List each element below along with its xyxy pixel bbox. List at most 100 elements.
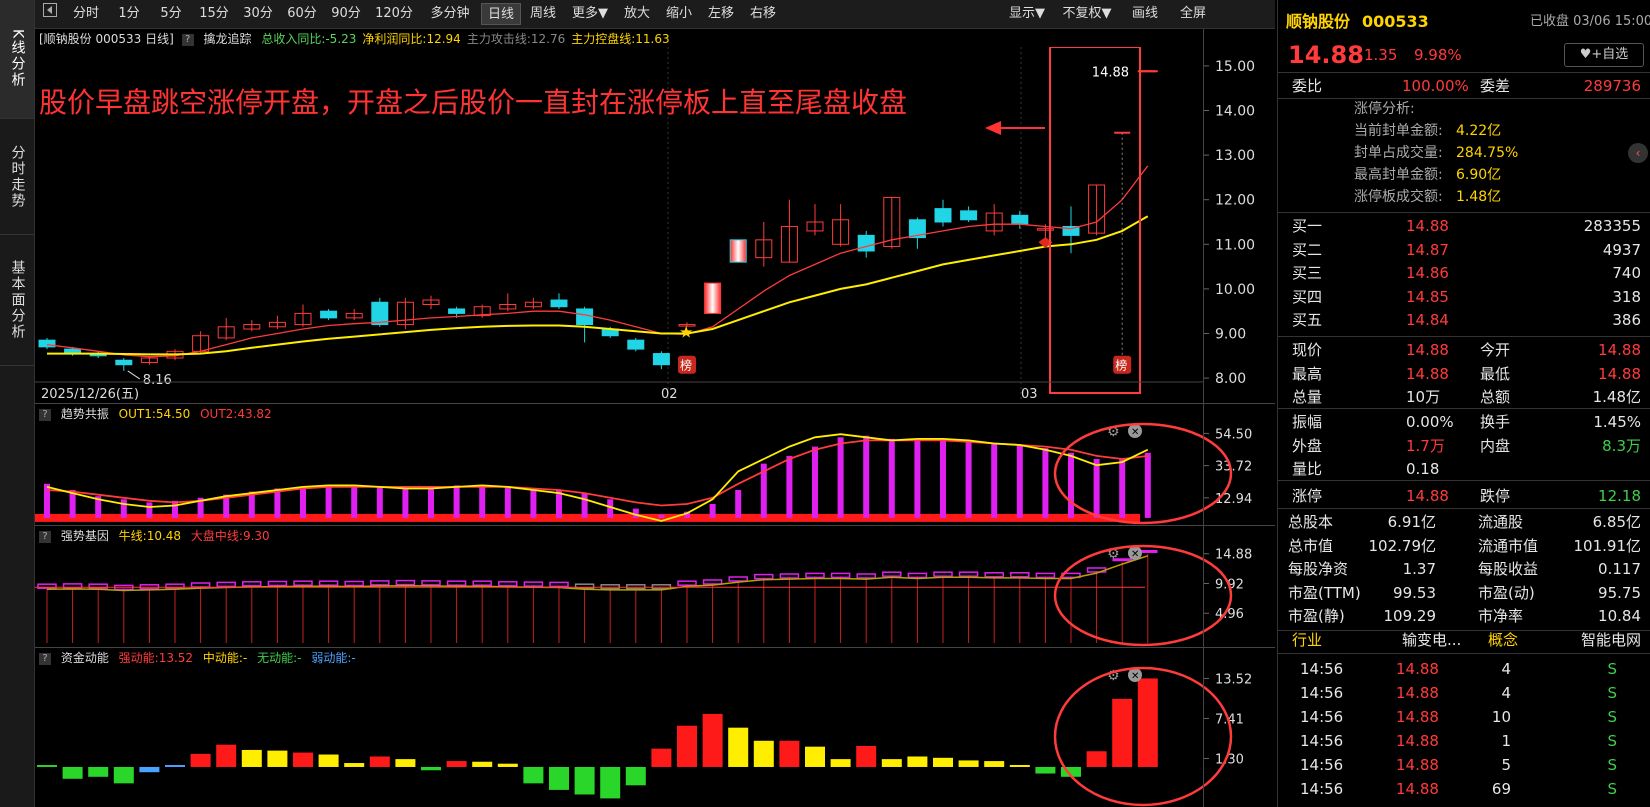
quote-row: 外盘 1.7万 内盘 8.3万: [1292, 436, 1641, 455]
period-toolbar: 分时 1分 5分 15分 30分 60分 90分 120分 多分钟 日线 周线 更多▼ 放大 缩小 左移 右移…: [35, 0, 1275, 29]
toolbar-item[interactable]: 日线: [481, 3, 521, 25]
momentum-bar: [933, 757, 953, 767]
momentum-bar: [830, 759, 851, 767]
limit-analysis-row: 当前封单金额: 4.22亿: [1354, 123, 1502, 139]
toolbar-item[interactable]: 1分: [109, 3, 149, 25]
momentum-bar: [523, 766, 544, 784]
toolbar-item[interactable]: 缩小: [659, 3, 699, 25]
collapse-icon[interactable]: [39, 3, 61, 25]
arrow-head: [985, 121, 1001, 135]
market-status: 已收盘 03/06 15:00: [1530, 14, 1650, 29]
gene-bar: [754, 573, 774, 580]
price-row: 14.88 1.35 9.98% ♥+自选: [1278, 40, 1650, 70]
help-icon[interactable]: ?: [181, 33, 194, 46]
toolbar-right-item[interactable]: 画线: [1125, 3, 1165, 25]
candle-body: [1011, 214, 1029, 225]
toolbar-item[interactable]: 5分: [151, 3, 191, 25]
tab-intraday[interactable]: 分时走势: [0, 119, 34, 235]
low-marker: [127, 370, 141, 380]
gene-bar: [344, 580, 364, 587]
expand-left-icon[interactable]: ‹: [1628, 143, 1648, 163]
tick-row: 14:56 14.88 1 S: [1300, 732, 1617, 750]
toolbar-item[interactable]: 更多▼: [565, 3, 615, 25]
y-tick-label: 8.00: [1215, 371, 1246, 387]
tick-row: 14:56 14.88 5 S: [1300, 756, 1617, 774]
help-icon[interactable]: ?: [39, 408, 51, 421]
candle-body: [857, 234, 875, 252]
trend-resonance-chart[interactable]: 54.5033.7212.94⚙ ✕: [35, 422, 1275, 525]
close-icon-glyph: ✕: [1131, 427, 1139, 438]
gene-bar: [958, 571, 979, 577]
momentum-bar: [369, 756, 390, 767]
trend-bar: [914, 440, 921, 518]
toolbar-item[interactable]: 90分: [325, 3, 367, 25]
help-icon[interactable]: ?: [39, 652, 51, 665]
out1-line: [46, 433, 1149, 522]
trend-bar: [453, 485, 460, 518]
trend-bar: [658, 514, 665, 518]
toolbar-right-item[interactable]: 全屏: [1173, 3, 1213, 25]
capital-momentum-chart[interactable]: 13.527.411.30⚙ ✕: [35, 666, 1275, 807]
toolbar-item[interactable]: 120分: [369, 3, 419, 25]
gene-bar: [702, 579, 723, 585]
star-icon: ★: [679, 322, 693, 341]
tick-row: 14:56 14.88 10 S: [1300, 708, 1617, 726]
bid-row[interactable]: 买五 14.84 386: [1278, 308, 1650, 332]
highlight-ellipse: [1053, 544, 1233, 647]
momentum-bar: [651, 748, 672, 767]
strong-gene-chart[interactable]: 14.889.924.96⚙ ✕: [35, 544, 1275, 647]
close-icon-glyph: ✕: [1131, 671, 1139, 682]
toolbar-item[interactable]: 多分钟: [421, 3, 479, 25]
trend-bar: [428, 486, 434, 518]
toolbar-right-item[interactable]: 不复权▼: [1057, 3, 1117, 25]
y-tick-label: 33.72: [1215, 460, 1252, 475]
add-watchlist-button[interactable]: ♥+自选: [1564, 43, 1644, 67]
gene-bar: [523, 581, 544, 587]
y-tick-label: 13.52: [1215, 672, 1252, 687]
bid-row[interactable]: 买三 14.86 740: [1278, 261, 1650, 285]
tick-row: 14:56 14.88 4 S: [1300, 660, 1617, 678]
toolbar-item[interactable]: 60分: [281, 3, 323, 25]
momentum-bar: [293, 752, 313, 767]
toolbar-item[interactable]: 周线: [523, 3, 563, 25]
tab-kline[interactable]: K线分析: [0, 0, 34, 119]
tab-fundamentals[interactable]: 基本面分析: [0, 235, 34, 366]
candle-body: [550, 299, 568, 308]
order-ratio-row: 委比 100.00% 委差 289736: [1278, 74, 1650, 98]
quote-row: 振幅 0.00% 换手 1.45%: [1292, 413, 1641, 431]
bid-row[interactable]: 买二 14.87 4937: [1278, 238, 1650, 262]
indicator-name: 擒龙追踪: [203, 32, 252, 46]
momentum-bar: [625, 766, 646, 786]
limit-down-price: 12.18: [1598, 487, 1641, 505]
quote-row: 最高 14.88 最低 14.88: [1292, 364, 1641, 383]
indicator3-strong: 强动能:13.52: [118, 651, 194, 665]
trend-bar: [146, 502, 153, 518]
momentum-bar: [395, 759, 416, 767]
trend-bar: [1119, 459, 1126, 518]
trend-bar: [1144, 452, 1151, 518]
industry-value[interactable]: 输变电...: [1402, 628, 1461, 652]
trend-bar: [172, 500, 178, 518]
y-tick-label: 13.00: [1215, 148, 1255, 164]
toolbar-item[interactable]: 15分: [193, 3, 235, 25]
toolbar-item[interactable]: 30分: [237, 3, 279, 25]
toolbar-item[interactable]: 左移: [701, 3, 741, 25]
gene-bar: [293, 580, 313, 586]
gene-bar: [216, 581, 236, 588]
concept-value[interactable]: 智能电网: [1581, 628, 1641, 652]
indicator1-header: ? 趋势共振 OUT1:54.50 OUT2:43.82: [35, 404, 272, 424]
limit-analysis-row: 涨停板成交额: 1.48亿: [1354, 189, 1502, 205]
toolbar-item[interactable]: 放大: [617, 3, 657, 25]
momentum-bar: [958, 760, 979, 767]
momentum-bar: [881, 759, 902, 767]
toolbar-right-item[interactable]: 显示▼: [1002, 3, 1052, 25]
left-tab-bar: K线分析 分时走势 基本面分析: [0, 0, 35, 807]
help-icon[interactable]: ?: [39, 530, 51, 543]
momentum-bar: [37, 765, 57, 767]
y-tick-label: 15.00: [1215, 59, 1255, 75]
trend-bar: [1068, 452, 1074, 518]
toolbar-item[interactable]: 分时: [65, 3, 107, 25]
bid-row[interactable]: 买一 14.88 283355: [1278, 214, 1650, 238]
bid-row[interactable]: 买四 14.85 318: [1278, 285, 1650, 309]
toolbar-item[interactable]: 右移: [743, 3, 783, 25]
